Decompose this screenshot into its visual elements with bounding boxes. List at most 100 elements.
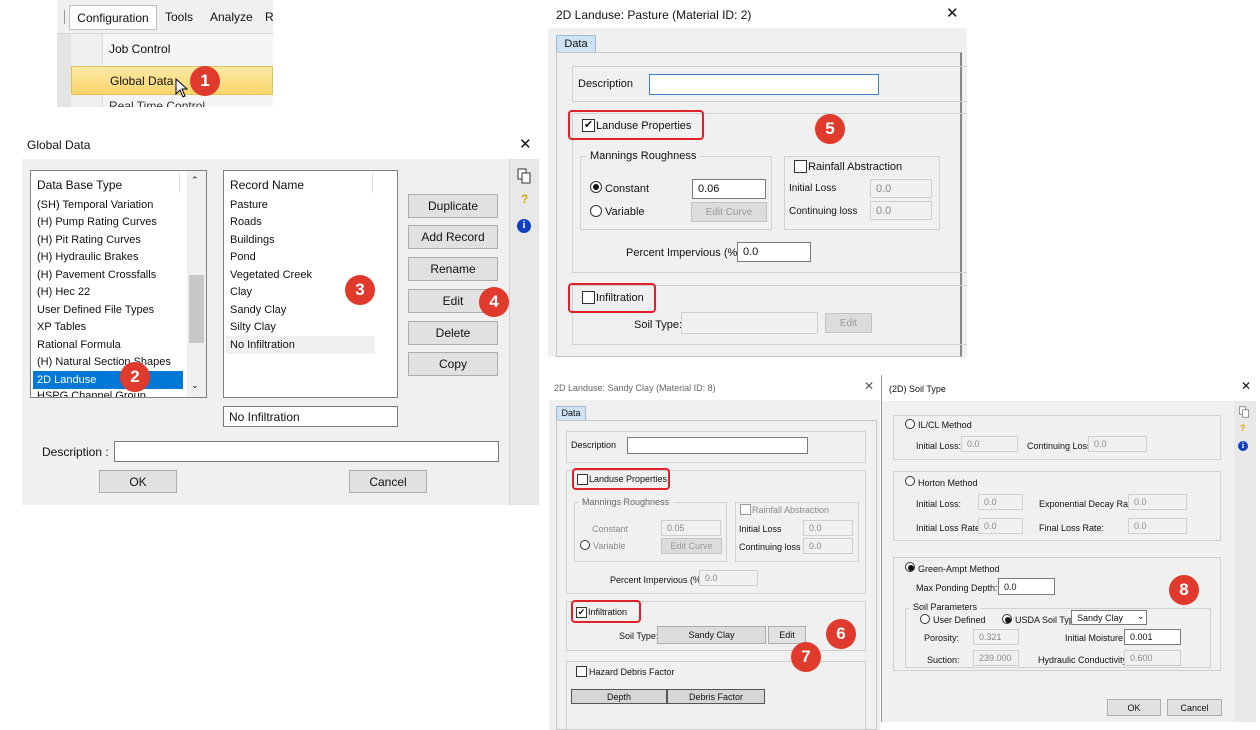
info-icon[interactable]: i [517, 219, 531, 233]
add-record-button[interactable]: Add Record [408, 225, 498, 249]
h-initial-loss-field[interactable]: 0.0 [978, 494, 1023, 510]
db-type-list[interactable]: Data Base Type (SH) Temporal Variation (… [30, 170, 207, 398]
green-ampt-radio[interactable] [905, 562, 915, 572]
depth-column-header[interactable]: Depth [571, 689, 667, 704]
record-header[interactable]: Record Name [230, 178, 304, 192]
ok-button[interactable]: OK [99, 470, 177, 493]
initial-loss-field[interactable]: 0.0 [803, 520, 853, 536]
description-field[interactable] [627, 437, 808, 454]
record-name-field[interactable]: No Infiltration [223, 406, 398, 427]
record-item[interactable]: Silty Clay [230, 321, 276, 333]
edit-curve-button[interactable]: Edit Curve [661, 538, 722, 554]
record-item[interactable]: Sandy Clay [230, 304, 286, 316]
record-item-selected[interactable]: No Infiltration [226, 336, 375, 354]
record-item[interactable]: Pasture [230, 199, 268, 211]
scroll-down-icon[interactable]: ⌄ [191, 380, 199, 391]
rainfall-checkbox[interactable] [794, 160, 807, 173]
info-icon[interactable]: i [1238, 441, 1248, 451]
variable-radio[interactable] [590, 205, 602, 217]
menu-item-tools[interactable]: Tools [165, 10, 193, 24]
max-ponding-field[interactable]: 0.0 [998, 578, 1055, 595]
soil-edit-button[interactable]: Edit [825, 313, 872, 333]
debris-column-header[interactable]: Debris Factor [667, 689, 765, 704]
duplicate-button[interactable]: Duplicate [408, 194, 498, 218]
horton-radio[interactable] [905, 476, 915, 486]
record-item[interactable]: Clay [230, 286, 252, 298]
db-item[interactable]: (SH) Temporal Variation [37, 199, 153, 211]
constant-radio[interactable] [590, 181, 602, 193]
final-loss-rate-field[interactable]: 0.0 [1128, 518, 1187, 534]
record-item[interactable]: Buildings [230, 234, 275, 246]
infiltration-checkbox[interactable]: ✔ [576, 607, 587, 618]
landuse-checkbox[interactable] [577, 474, 588, 485]
rainfall-checkbox[interactable] [740, 504, 751, 515]
tab-data[interactable]: Data [556, 35, 596, 53]
db-item[interactable]: (H) Pavement Crossfalls [37, 269, 156, 281]
chevron-down-icon[interactable]: ⌄ [1137, 611, 1145, 622]
copy-icon[interactable] [516, 168, 532, 184]
cancel-button[interactable]: Cancel [349, 470, 427, 493]
close-icon[interactable]: ✕ [864, 379, 874, 393]
ilcl-radio[interactable] [905, 419, 915, 429]
decay-rate-field[interactable]: 0.0 [1128, 494, 1187, 510]
close-icon[interactable]: ✕ [946, 4, 959, 22]
initial-moisture-field[interactable]: 0.001 [1124, 629, 1181, 645]
dropdown-item-job-control[interactable]: Job Control [109, 42, 170, 56]
soil-type-field[interactable] [681, 312, 818, 334]
infiltration-checkbox[interactable] [582, 291, 595, 304]
soil-edit-button[interactable]: Edit [768, 626, 806, 644]
db-item[interactable]: (H) Natural Section Shapes [37, 356, 171, 368]
rename-button[interactable]: Rename [408, 257, 498, 281]
record-item[interactable]: Roads [230, 216, 262, 228]
dropdown-item-real-time[interactable]: Real Time Control [109, 99, 205, 107]
edit-curve-button[interactable]: Edit Curve [691, 202, 767, 222]
close-icon[interactable]: ✕ [1241, 379, 1251, 393]
db-type-header[interactable]: Data Base Type [37, 178, 122, 192]
description-field[interactable] [114, 441, 499, 462]
copy-button[interactable]: Copy [408, 352, 498, 376]
hazard-checkbox[interactable] [576, 666, 587, 677]
usda-radio[interactable] [1002, 614, 1012, 624]
record-item[interactable]: Pond [230, 251, 256, 263]
usda-select[interactable]: Sandy Clay [1071, 610, 1147, 625]
porosity-field[interactable]: 0.321 [973, 629, 1019, 645]
percent-impervious-field[interactable]: 0.0 [737, 242, 811, 262]
continuing-loss-field[interactable]: 0.0 [870, 201, 932, 220]
db-item[interactable]: User Defined File Types [37, 304, 154, 316]
db-item-selected[interactable]: 2D Landuse [33, 371, 183, 389]
delete-button[interactable]: Delete [408, 321, 498, 345]
db-item[interactable]: XP Tables [37, 321, 86, 333]
continuing-loss-field[interactable]: 0.0 [1088, 436, 1147, 452]
dropdown-item-global-data[interactable]: Global Data [71, 66, 273, 95]
tab-data[interactable]: Data [556, 406, 586, 420]
db-item[interactable]: (H) Hydraulic Brakes [37, 251, 138, 263]
help-icon[interactable]: ? [1240, 423, 1246, 433]
initial-loss-field[interactable]: 0.0 [961, 436, 1018, 452]
help-icon[interactable]: ? [521, 192, 528, 206]
ok-button[interactable]: OK [1107, 699, 1161, 716]
cancel-button[interactable]: Cancel [1167, 699, 1222, 716]
menu-item-r[interactable]: R [265, 10, 273, 24]
record-item[interactable]: Vegetated Creek [230, 269, 312, 281]
scroll-up-icon[interactable]: ⌃ [191, 175, 199, 186]
soil-type-field[interactable]: Sandy Clay [657, 626, 766, 644]
percent-impervious-field[interactable]: 0.0 [699, 570, 758, 586]
hydraulic-field[interactable]: 0.600 [1124, 650, 1181, 666]
db-item[interactable]: (H) Pit Rating Curves [37, 234, 141, 246]
db-item[interactable]: Rational Formula [37, 339, 121, 351]
menu-item-analyze[interactable]: Analyze [210, 10, 253, 24]
continuing-loss-field[interactable]: 0.0 [803, 538, 853, 554]
db-item[interactable]: (H) Hec 22 [37, 286, 90, 298]
initial-loss-field[interactable]: 0.0 [870, 179, 932, 198]
description-field[interactable] [649, 74, 879, 95]
db-item[interactable]: (H) Pump Rating Curves [37, 216, 157, 228]
landuse-checkbox[interactable]: ✔ [582, 119, 595, 132]
initial-loss-rate-field[interactable]: 0.0 [978, 518, 1023, 534]
user-defined-radio[interactable] [920, 614, 930, 624]
close-icon[interactable]: ✕ [519, 135, 532, 153]
menu-item-configuration[interactable]: Configuration [69, 5, 157, 30]
copy-icon[interactable] [1238, 406, 1250, 418]
constant-field[interactable]: 0.05 [661, 520, 721, 536]
variable-radio[interactable] [580, 540, 590, 550]
constant-field[interactable]: 0.06 [692, 179, 766, 199]
